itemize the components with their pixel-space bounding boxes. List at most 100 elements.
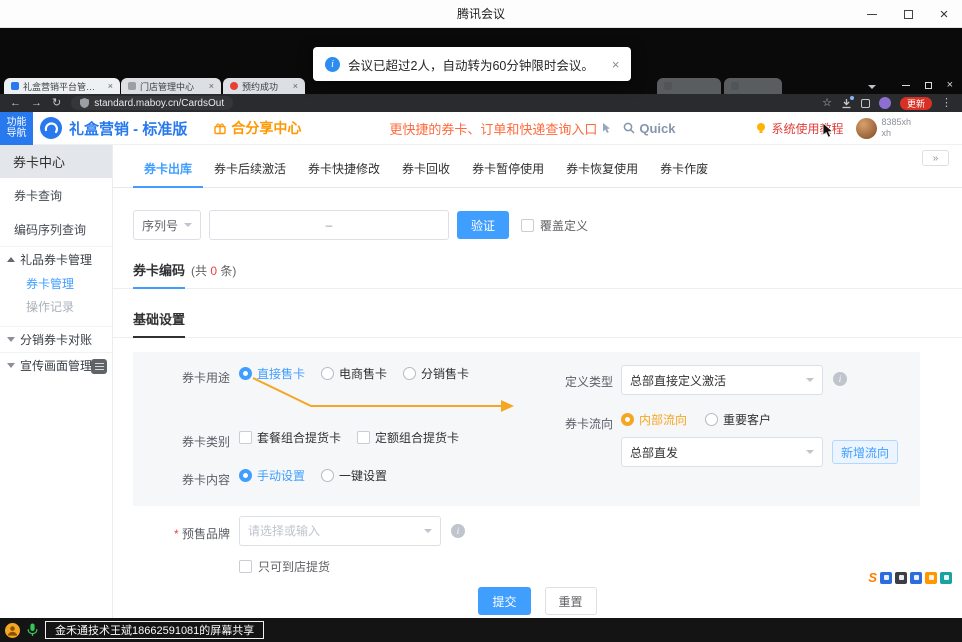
- presale-brand-input[interactable]: [248, 524, 424, 538]
- radio-key-customer[interactable]: 重要客户: [705, 411, 771, 428]
- sidebar-group-distribution[interactable]: 分销券卡对账: [0, 326, 112, 352]
- gift-icon: [213, 121, 227, 135]
- content-label: 券卡内容: [133, 471, 230, 488]
- browser-tab-booking[interactable]: 预约成功 ×: [223, 78, 305, 94]
- serial-range-input[interactable]: [209, 210, 449, 240]
- add-flow-button[interactable]: 新增流向: [832, 440, 898, 464]
- flow-target-select[interactable]: 总部直发: [621, 437, 823, 467]
- radio-on-icon: [239, 469, 252, 482]
- ime-icon[interactable]: [910, 572, 922, 584]
- user-account[interactable]: 8385xh xh: [856, 117, 918, 140]
- radio-one-click-setup[interactable]: 一键设置: [321, 467, 387, 484]
- tab-card-void[interactable]: 券卡作废: [649, 157, 719, 187]
- web-app: 功能导航 礼盒营销 - 标准版 合分享中心 更快捷的券卡、订单和快递查询入口: [0, 112, 962, 618]
- maximize-button[interactable]: [890, 0, 926, 28]
- radio-ecommerce-sale[interactable]: 电商售卡: [321, 365, 387, 382]
- promo-link[interactable]: 更快捷的券卡、订单和快递查询入口: [389, 119, 613, 138]
- browser-profile-avatar[interactable]: [879, 97, 891, 109]
- back-icon[interactable]: ←: [10, 98, 21, 109]
- mouse-cursor: [822, 123, 835, 139]
- downloads-icon[interactable]: [841, 98, 852, 109]
- verify-button[interactable]: 验证: [457, 211, 509, 239]
- tab-card-recycle[interactable]: 券卡回收: [391, 157, 461, 187]
- sidebar-group-gift-cards[interactable]: 礼品券卡管理: [0, 246, 112, 272]
- url-text: standard.maboy.cn/CardsOut: [94, 98, 224, 109]
- maximize-icon: [904, 10, 913, 19]
- browser-maximize-icon[interactable]: [925, 82, 932, 89]
- tab-close-icon[interactable]: ×: [108, 81, 113, 91]
- browser-tab-partial[interactable]: [724, 78, 782, 94]
- usage-label: 券卡用途: [133, 369, 230, 386]
- tab-card-quick-edit[interactable]: 券卡快捷修改: [297, 157, 391, 187]
- browser-close-icon[interactable]: ×: [947, 80, 953, 91]
- presale-brand-label: 预售品牌: [182, 527, 230, 541]
- sidebar-item-card-management[interactable]: 券卡管理: [0, 272, 112, 295]
- checkbox-combo-pickup-card[interactable]: 套餐组合提货卡: [239, 429, 341, 446]
- browser-tab-partial[interactable]: [657, 78, 721, 94]
- app-header: 功能导航 礼盒营销 - 标准版 合分享中心 更快捷的券卡、订单和快递查询入口: [0, 112, 962, 145]
- chevron-down-icon: [7, 337, 15, 342]
- presale-brand-select[interactable]: [239, 516, 441, 546]
- avatar: [856, 118, 877, 139]
- sidebar-item-operation-log[interactable]: 操作记录: [0, 295, 112, 318]
- sidebar-title: 券卡中心: [0, 145, 112, 178]
- sidebar-item-code-query[interactable]: 编码序列查询: [0, 212, 112, 246]
- serial-type-select[interactable]: 序列号: [133, 210, 201, 240]
- meeting-titlebar: 腾讯会议 ×: [0, 0, 962, 28]
- bookmark-star-icon[interactable]: ☆: [822, 98, 832, 109]
- forward-icon[interactable]: →: [31, 98, 42, 109]
- radio-manual-setup[interactable]: 手动设置: [239, 467, 305, 484]
- function-nav-badge[interactable]: 功能导航: [0, 112, 33, 145]
- tab-search-caret-icon[interactable]: [868, 85, 876, 89]
- close-button[interactable]: ×: [926, 0, 962, 28]
- override-definition-option[interactable]: 覆盖定义: [521, 217, 588, 234]
- presale-brand-row: * 预售品牌 i: [113, 516, 962, 546]
- tab-card-resume[interactable]: 券卡恢复使用: [555, 157, 649, 187]
- reset-button[interactable]: 重置: [545, 587, 597, 615]
- tab-card-outbound[interactable]: 券卡出库: [133, 157, 203, 188]
- info-icon[interactable]: i: [451, 524, 465, 538]
- share-source-label: 金禾通技术王斌18662591081的屏幕共享: [45, 621, 264, 639]
- tab-card-activation[interactable]: 券卡后续激活: [203, 157, 297, 187]
- radio-internal-flow[interactable]: 内部流向: [621, 411, 687, 428]
- radio-direct-sale[interactable]: 直接售卡: [239, 365, 305, 382]
- ime-icon[interactable]: [925, 572, 937, 584]
- sidebar-collapse-toggle[interactable]: [91, 359, 107, 374]
- sidebar-item-card-query[interactable]: 券卡查询: [0, 178, 112, 212]
- browser-tab-store[interactable]: 门店管理中心 ×: [121, 78, 221, 94]
- browser-update-button[interactable]: 更新: [900, 97, 932, 110]
- share-center-link[interactable]: 合分享中心: [213, 118, 301, 138]
- reload-icon[interactable]: ↻: [52, 98, 61, 109]
- url-box[interactable]: standard.maboy.cn/CardsOut: [71, 96, 233, 110]
- radio-off-icon: [321, 469, 334, 482]
- ime-toolbar: S: [868, 571, 952, 584]
- tab-card-suspend[interactable]: 券卡暂停使用: [461, 157, 555, 187]
- quick-search[interactable]: Quick: [623, 121, 675, 136]
- basic-settings-title: 基础设置: [133, 309, 185, 338]
- ime-icon[interactable]: [895, 572, 907, 584]
- basic-settings-section: 基础设置: [113, 309, 962, 338]
- store-pickup-option[interactable]: 只可到店提货: [239, 558, 962, 575]
- toast-close-icon[interactable]: ×: [612, 57, 620, 72]
- checkbox-fixed-combo-pickup-card[interactable]: 定额组合提货卡: [357, 429, 459, 446]
- definition-type-select[interactable]: 总部直接定义激活: [621, 365, 823, 395]
- tab-close-icon[interactable]: ×: [293, 81, 298, 91]
- browser-minimize-icon[interactable]: [902, 85, 910, 86]
- radio-distribution-sale[interactable]: 分销售卡: [403, 365, 469, 382]
- ime-logo-icon[interactable]: S: [868, 571, 877, 584]
- tab-close-icon[interactable]: ×: [209, 81, 214, 91]
- definition-type-label: 定义类型: [565, 373, 613, 390]
- minimize-button[interactable]: [854, 0, 890, 28]
- ime-icon[interactable]: [940, 572, 952, 584]
- panel-collapse-button[interactable]: »: [922, 150, 949, 166]
- checkbox-icon: [239, 431, 252, 444]
- browser-tab-marketing[interactable]: 礼盒营销平台管理中心 ×: [4, 78, 120, 94]
- submit-button[interactable]: 提交: [478, 587, 530, 615]
- ime-icon[interactable]: [880, 572, 892, 584]
- extensions-icon[interactable]: [861, 99, 870, 108]
- browser-menu-icon[interactable]: ⋮: [941, 98, 952, 109]
- presenter-icon: [5, 623, 20, 638]
- info-icon[interactable]: i: [833, 372, 847, 386]
- brand-title: 礼盒营销 - 标准版: [69, 118, 187, 139]
- chevron-down-icon: [7, 363, 15, 368]
